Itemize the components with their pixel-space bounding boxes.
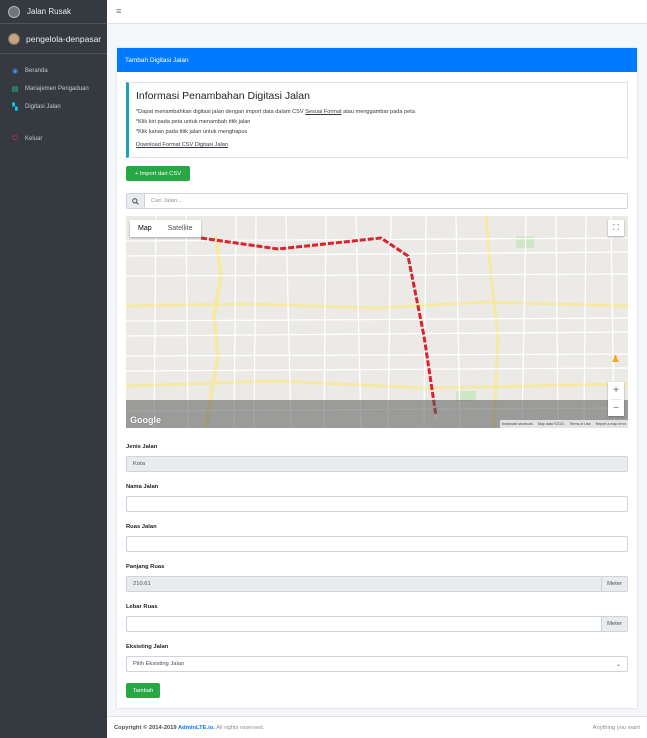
map-type-control: Map Satellite bbox=[130, 220, 201, 237]
road-map[interactable]: Map Satellite ⛶ ♟ + − Google Keyboard sh… bbox=[126, 216, 628, 428]
footer-right-text: Anything you want bbox=[592, 724, 640, 731]
card-header: Tambah Digitasi Jalan bbox=[117, 48, 637, 72]
adminlte-link[interactable]: AdminLTE.io. bbox=[178, 725, 215, 731]
eksisting-jalan-selected: Pilih Eksisting Jalan bbox=[133, 661, 185, 667]
map-icon: ▚ bbox=[12, 104, 18, 111]
download-csv-format-link[interactable]: Download Format CSV Digitasi Jalan bbox=[136, 142, 228, 148]
add-road-card: Tambah Digitasi Jalan Informasi Penambah… bbox=[117, 48, 637, 708]
info-line-1-text-b: atau menggambar pada peta bbox=[341, 109, 415, 115]
footer-copyright: Copyright © 2014-2019 AdminLTE.io. All r… bbox=[114, 725, 264, 731]
map-canvas bbox=[126, 216, 628, 428]
eksisting-jalan-select[interactable]: Pilih Eksisting Jalan ⌄ bbox=[126, 656, 628, 672]
search-icon bbox=[127, 194, 145, 208]
jenis-jalan-label: Jenis Jalan bbox=[126, 444, 158, 450]
keyboard-shortcuts-link[interactable]: Keyboard shortcuts bbox=[502, 422, 533, 426]
lebar-ruas-group: Meter bbox=[126, 616, 628, 632]
info-callout: Informasi Penambahan Digitasi Jalan *Dap… bbox=[126, 82, 628, 158]
eksisting-jalan-label: Eksisting Jalan bbox=[126, 644, 169, 650]
user-panel[interactable]: pengelola-denpasar bbox=[0, 24, 107, 54]
zoom-out-button[interactable]: − bbox=[608, 400, 624, 417]
card-title: Tambah Digitasi Jalan bbox=[125, 56, 189, 64]
road-search-group bbox=[126, 193, 628, 209]
zoom-control: + − bbox=[608, 382, 624, 416]
user-name: pengelola-denpasar bbox=[26, 33, 102, 44]
panjang-ruas-unit: Meter bbox=[602, 576, 628, 592]
map-type-satellite-button[interactable]: Satellite bbox=[160, 220, 201, 237]
fullscreen-icon[interactable]: ⛶ bbox=[608, 220, 624, 236]
chevron-down-icon: ⌄ bbox=[615, 661, 621, 668]
gauge-icon: ◉ bbox=[11, 68, 19, 75]
info-line-3: *Klik kanan pada titik jalan untuk mengh… bbox=[136, 129, 248, 135]
map-attribution: Keyboard shortcuts Map data ©2021 Terms … bbox=[499, 420, 628, 428]
jenis-jalan-field: Kota bbox=[126, 456, 628, 472]
ruas-jalan-input[interactable] bbox=[126, 536, 628, 552]
terms-of-use-link[interactable]: Terms of Use bbox=[569, 422, 590, 426]
sidebar-item-label: Beranda bbox=[25, 68, 48, 74]
zoom-in-button[interactable]: + bbox=[608, 382, 624, 399]
lebar-ruas-label: Lebar Ruas bbox=[126, 604, 158, 610]
tambah-button[interactable]: Tambah bbox=[126, 683, 160, 698]
road-search-input[interactable] bbox=[145, 194, 627, 208]
panjang-ruas-label: Panjang Ruas bbox=[126, 564, 165, 570]
sidebar-item-label: Digitasi Jalan bbox=[25, 104, 61, 110]
ruas-jalan-label: Ruas Jalan bbox=[126, 524, 157, 530]
import-csv-button[interactable]: + Import dari CSV bbox=[126, 166, 190, 181]
report-map-error-link[interactable]: Report a map error bbox=[596, 422, 626, 426]
info-line-1-text-a: *Dapat menambahkan digitasi jalan dengan… bbox=[136, 109, 306, 115]
map-data-text: Map data ©2021 bbox=[537, 422, 565, 426]
sidebar-item-digitasi-jalan[interactable]: ▚ Digitasi Jalan bbox=[0, 98, 107, 116]
google-logo: Google bbox=[130, 415, 161, 425]
sidebar-item-beranda[interactable]: ◉ Beranda bbox=[0, 62, 107, 80]
brand-logo bbox=[8, 5, 20, 18]
power-icon: ⏻ bbox=[12, 135, 18, 142]
map-type-map-button[interactable]: Map bbox=[130, 220, 160, 237]
footer: Copyright © 2014-2019 AdminLTE.io. All r… bbox=[107, 716, 647, 738]
street-view-pegman-icon[interactable]: ♟ bbox=[611, 354, 621, 369]
format-link[interactable]: Sesuai Format bbox=[305, 109, 341, 115]
top-navbar: ≡ bbox=[107, 0, 647, 24]
lebar-ruas-unit: Meter bbox=[602, 616, 628, 632]
sidebar-nav: ◉ Beranda ▤ Manajemen Pengaduan ▚ Digita… bbox=[0, 54, 107, 148]
nama-jalan-input[interactable] bbox=[126, 496, 628, 512]
sidebar-item-label: Keluar bbox=[25, 136, 43, 142]
sidebar-item-manajemen-pengaduan[interactable]: ▤ Manajemen Pengaduan bbox=[0, 80, 107, 98]
info-line-1: *Dapat menambahkan digitasi jalan dengan… bbox=[136, 107, 620, 117]
sidebar-item-keluar[interactable]: ⏻ Keluar bbox=[0, 130, 107, 148]
panjang-ruas-field: 210.61 bbox=[126, 576, 602, 592]
digitized-route bbox=[200, 236, 438, 417]
lebar-ruas-input[interactable] bbox=[126, 616, 602, 632]
info-title: Informasi Penambahan Digitasi Jalan bbox=[136, 90, 310, 102]
info-line-2: *Klik kiri pada peta untuk menambah titi… bbox=[136, 119, 251, 125]
sidebar: Jalan Rusak pengelola-denpasar ◉ Beranda… bbox=[0, 0, 107, 738]
document-icon: ▤ bbox=[11, 86, 19, 93]
rights-text: All rights reserved. bbox=[214, 724, 265, 731]
panjang-ruas-group: 210.61 Meter bbox=[126, 576, 628, 592]
brand-title: Jalan Rusak bbox=[27, 7, 72, 16]
copyright-text: Copyright © 2014-2019 bbox=[114, 724, 178, 731]
nama-jalan-label: Nama Jalan bbox=[126, 484, 159, 490]
hamburger-menu-icon[interactable]: ≡ bbox=[116, 6, 121, 16]
brand-link[interactable]: Jalan Rusak bbox=[0, 0, 107, 24]
sidebar-item-label: Manajemen Pengaduan bbox=[25, 86, 89, 92]
avatar bbox=[8, 32, 20, 45]
